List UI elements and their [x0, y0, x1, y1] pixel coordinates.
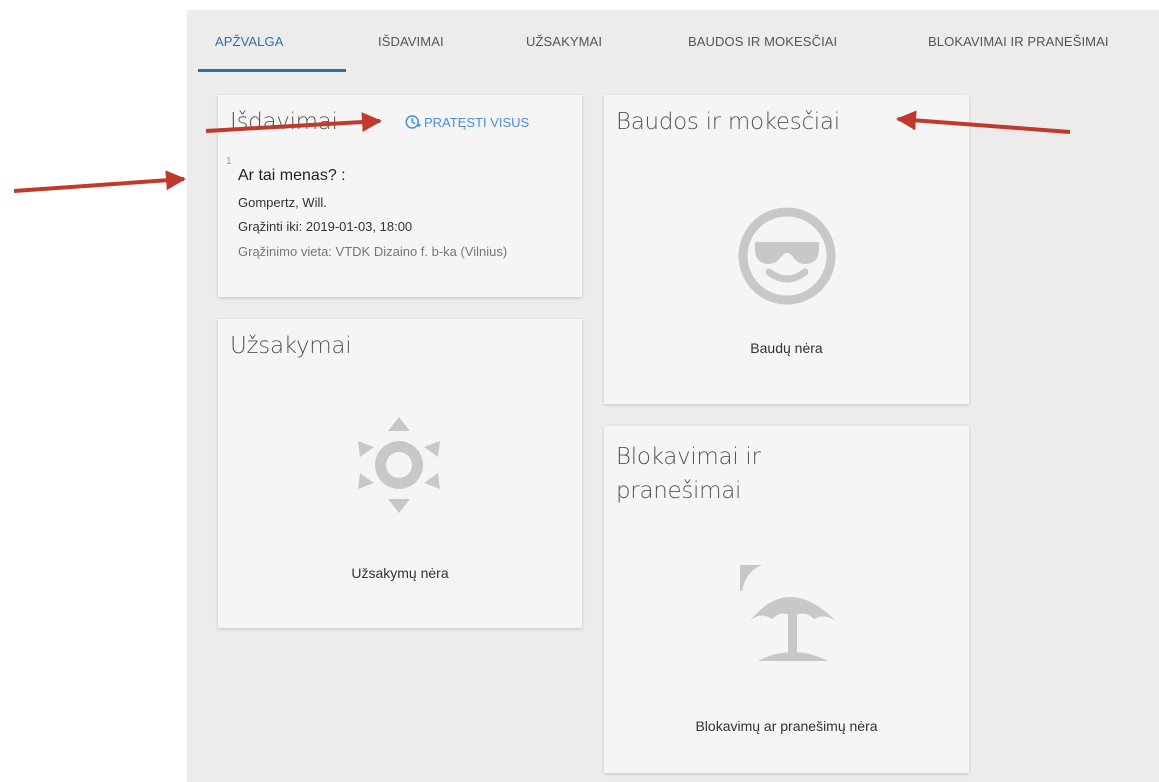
requests-card: Užsakymai Užsakymų nėra: [218, 319, 582, 628]
sun-icon: [358, 417, 440, 513]
tab-bar: APŽVALGA IŠDAVIMAI UŽSAKYMAI BAUDOS IR M…: [187, 10, 1159, 72]
loan-return-location: Grąžinimo vieta: VTDK Dizaino f. b-ka (V…: [238, 244, 508, 259]
active-tab-indicator: [198, 69, 346, 72]
renew-all-button[interactable]: PRATĘSTI VISUS: [404, 113, 529, 131]
account-overview: APŽVALGA IŠDAVIMAI UŽSAKYMAI BAUDOS IR M…: [187, 10, 1159, 782]
renew-clock-icon: [405, 115, 422, 129]
loans-card: Išdavimai PRATĘSTI VISUS 1 Ar tai menas?…: [218, 95, 582, 297]
loans-card-title[interactable]: Išdavimai: [230, 109, 338, 135]
requests-empty-text: Užsakymų nėra: [351, 565, 449, 581]
loan-index: 1: [226, 156, 232, 167]
fines-card: Baudos ir mokesčiai Baudų nėra: [604, 95, 969, 404]
blocks-card-title[interactable]: Blokavimai ir pranešimai: [616, 440, 761, 508]
sunglasses-smiley-icon: [738, 207, 836, 305]
tab-fines[interactable]: BAUDOS IR MOKESČIAI: [688, 34, 837, 49]
renew-all-label: PRATĘSTI VISUS: [424, 114, 530, 130]
beach-umbrella-icon: [740, 565, 836, 661]
tab-blocks[interactable]: BLOKAVIMAI IR PRANEŠIMAI: [928, 34, 1109, 49]
fines-empty-text: Baudų nėra: [750, 340, 823, 356]
tab-requests[interactable]: UŽSAKYMAI: [526, 34, 602, 49]
loan-title[interactable]: Ar tai menas? :: [238, 167, 346, 185]
loan-due-date: Grąžinti iki: 2019-01-03, 18:00: [238, 219, 413, 234]
requests-card-title[interactable]: Užsakymai: [230, 333, 352, 359]
blocks-empty-text: Blokavimų ar pranešimų nėra: [695, 718, 878, 734]
fines-card-title[interactable]: Baudos ir mokesčiai: [616, 109, 840, 135]
tab-overview[interactable]: APŽVALGA: [215, 34, 283, 49]
tab-loans[interactable]: IŠDAVIMAI: [378, 34, 444, 49]
annotation-arrow-loan-item: [13, 170, 186, 193]
blocks-card: Blokavimai ir pranešimai Blokavimų ar pr…: [604, 426, 969, 773]
loan-author: Gompertz, Will.: [238, 195, 327, 210]
